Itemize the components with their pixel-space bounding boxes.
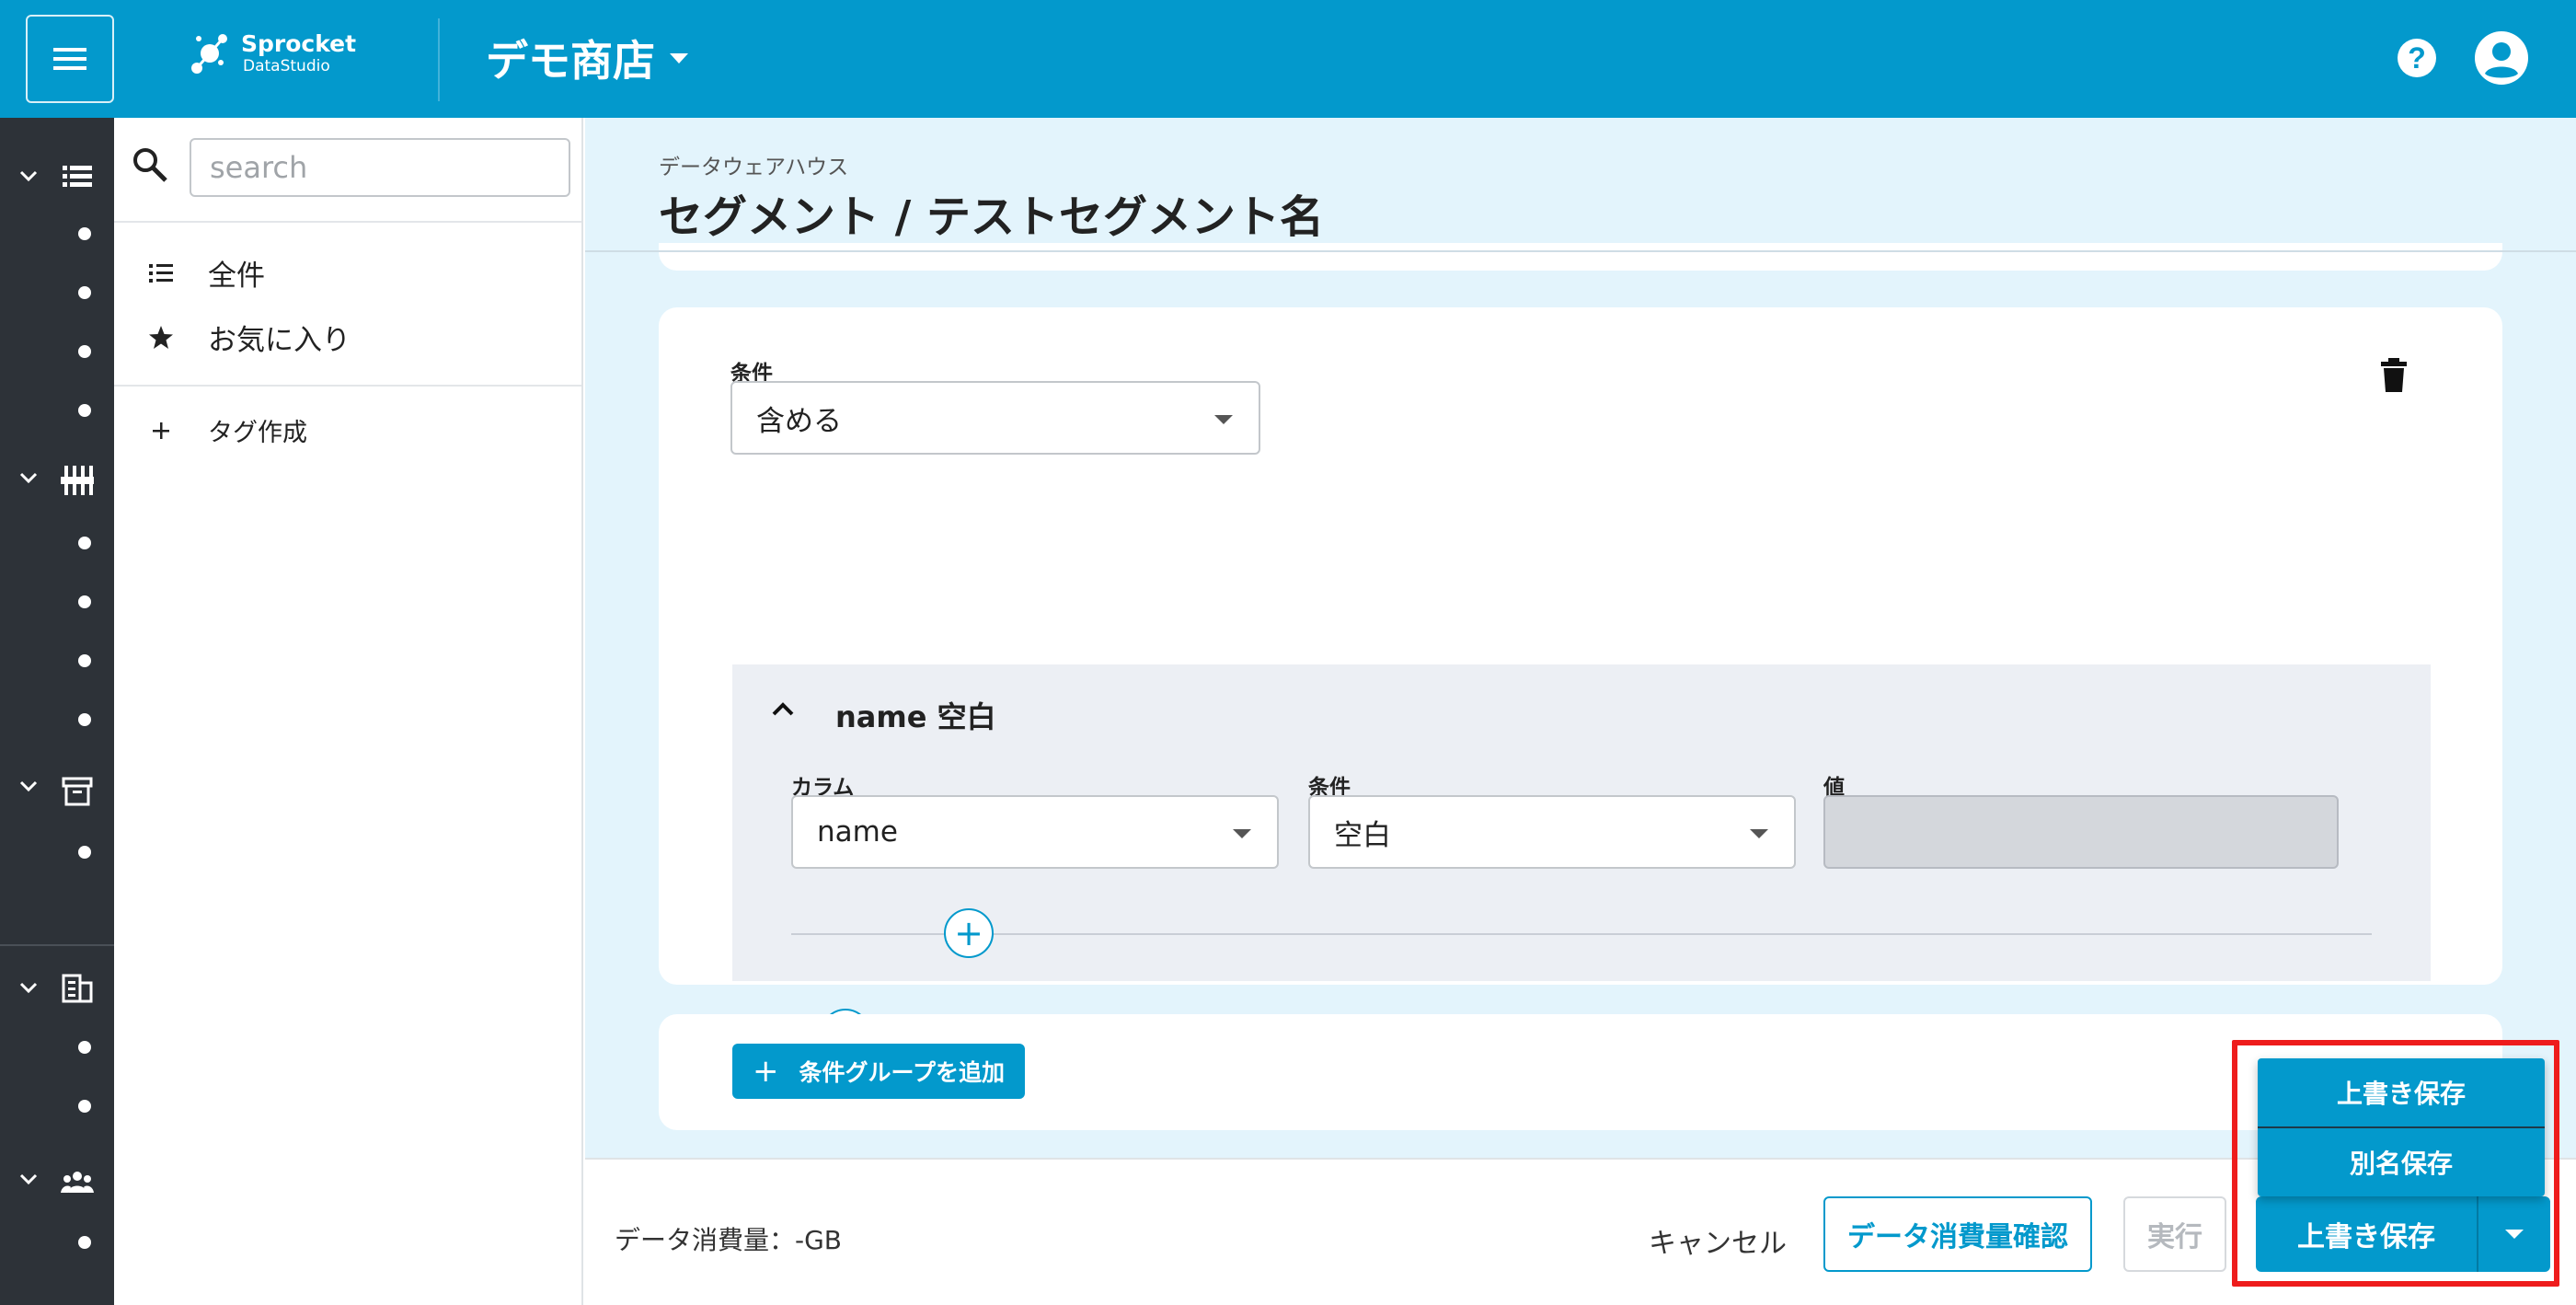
rail-item-dot[interactable] [78, 1100, 91, 1113]
building-icon[interactable] [61, 972, 94, 1005]
card-previous [659, 243, 2502, 271]
rail-item-dot[interactable] [78, 595, 91, 608]
value-field [1823, 795, 2339, 869]
column-select-value: name [817, 815, 898, 849]
add-condition-group-label: 条件グループを追加 [799, 1059, 1006, 1086]
store-selector[interactable]: デモ商店 [486, 28, 688, 88]
rail-item-dot[interactable] [78, 846, 91, 859]
store-name: デモ商店 [486, 36, 655, 86]
header-divider [438, 18, 440, 101]
rail-item-dot[interactable] [78, 654, 91, 667]
run-button[interactable]: 実行 [2123, 1196, 2226, 1272]
save-button[interactable]: 上書き保存 [2256, 1196, 2477, 1272]
condition-group: name 空白 カラム name 条件 空白 値 + [732, 664, 2431, 981]
rail-item-dot[interactable] [78, 713, 91, 726]
rail-item-dot[interactable] [78, 1236, 91, 1249]
page-title: セグメント / テストセグメント名 [659, 191, 1324, 243]
panel-item-label: お気に入り [208, 324, 351, 357]
nav-rail [0, 118, 114, 1305]
archive-icon[interactable] [61, 775, 94, 808]
chevron-up-icon[interactable] [769, 696, 797, 723]
caret-down-icon [670, 52, 688, 64]
hamburger-icon [53, 48, 86, 70]
search-icon [133, 148, 167, 182]
chevron-down-icon[interactable] [18, 166, 39, 186]
divider [114, 385, 581, 387]
cancel-button[interactable]: キャンセル [1630, 1204, 1805, 1277]
pipeline-icon[interactable] [61, 464, 94, 497]
menu-item-save-as[interactable]: 別名保存 [2258, 1128, 2545, 1196]
panel-item-label: タグ作成 [208, 419, 307, 447]
rail-item-dot[interactable] [78, 227, 91, 240]
panel-item-create-tag[interactable]: タグ作成 [147, 412, 307, 448]
hamburger-menu-button[interactable] [26, 15, 114, 103]
divider [114, 221, 581, 223]
rail-item-dot[interactable] [78, 1041, 91, 1054]
account-icon[interactable] [2475, 31, 2528, 85]
save-split-button: 上書き保存 [2256, 1196, 2550, 1272]
divider [791, 933, 2372, 935]
dropdown-arrow-icon [1214, 415, 1233, 424]
condition-select-value: 含める [756, 404, 842, 438]
star-icon [147, 324, 175, 352]
group-title: name 空白 [835, 699, 996, 734]
breadcrumb[interactable]: データウェアハウス [659, 149, 848, 180]
dropdown-arrow-icon [1750, 829, 1768, 838]
help-icon[interactable]: ? [2398, 39, 2436, 77]
rail-item-dot[interactable] [78, 404, 91, 417]
panel-item-label: 全件 [208, 260, 265, 293]
panel-item-all[interactable]: 全件 [147, 252, 265, 294]
rail-divider [0, 944, 114, 946]
list-icon [147, 260, 175, 287]
check-usage-button[interactable]: データ消費量確認 [1823, 1196, 2092, 1272]
app-logo[interactable]: Sprocket DataStudio [190, 31, 356, 75]
logo-title: Sprocket [241, 30, 357, 57]
group-condition-select-value: 空白 [1334, 818, 1391, 852]
group-condition-select[interactable]: 空白 [1308, 795, 1796, 869]
rail-item-dot[interactable] [78, 537, 91, 549]
chevron-down-icon[interactable] [18, 977, 39, 998]
title-divider [585, 250, 2576, 252]
add-condition-button[interactable]: + [944, 908, 994, 958]
plus-icon [147, 417, 175, 445]
condition-select[interactable]: 含める [730, 381, 1260, 455]
add-condition-group-button[interactable]: + 条件グループを追加 [732, 1044, 1026, 1099]
app-header: Sprocket DataStudio デモ商店 ? [0, 0, 2576, 118]
sprocket-logo-icon [191, 34, 227, 74]
panel-item-favorites[interactable]: お気に入り [147, 317, 351, 358]
data-usage-text: データ消費量：-GB [615, 1225, 843, 1255]
chevron-down-icon[interactable] [18, 776, 39, 796]
people-icon[interactable] [61, 1165, 94, 1198]
side-panel: 全件 お気に入り タグ作成 [114, 118, 583, 1305]
trash-icon[interactable] [2379, 357, 2409, 394]
column-select[interactable]: name [791, 795, 1279, 869]
search-input[interactable] [190, 138, 570, 197]
rail-item-dot[interactable] [78, 345, 91, 358]
main-content: データウェアハウス セグメント / テストセグメント名 条件 含める name … [585, 118, 2576, 1158]
chevron-down-icon[interactable] [18, 1169, 39, 1189]
logo-subtitle: DataStudio [243, 57, 330, 75]
save-options-toggle[interactable] [2478, 1196, 2550, 1272]
dropdown-arrow-icon [1233, 829, 1251, 838]
list-icon[interactable] [61, 160, 94, 193]
menu-item-overwrite-save[interactable]: 上書き保存 [2258, 1058, 2545, 1126]
plus-icon: + [753, 1053, 779, 1090]
add-group-card: + 条件グループを追加 [659, 1014, 2502, 1130]
rail-item-dot[interactable] [78, 286, 91, 299]
save-options-menu: 上書き保存 別名保存 [2258, 1058, 2545, 1196]
chevron-down-icon[interactable] [18, 468, 39, 488]
dropdown-arrow-icon [2505, 1230, 2524, 1239]
condition-card: 条件 含める name 空白 カラム name 条件 空白 値 + [659, 307, 2502, 1058]
